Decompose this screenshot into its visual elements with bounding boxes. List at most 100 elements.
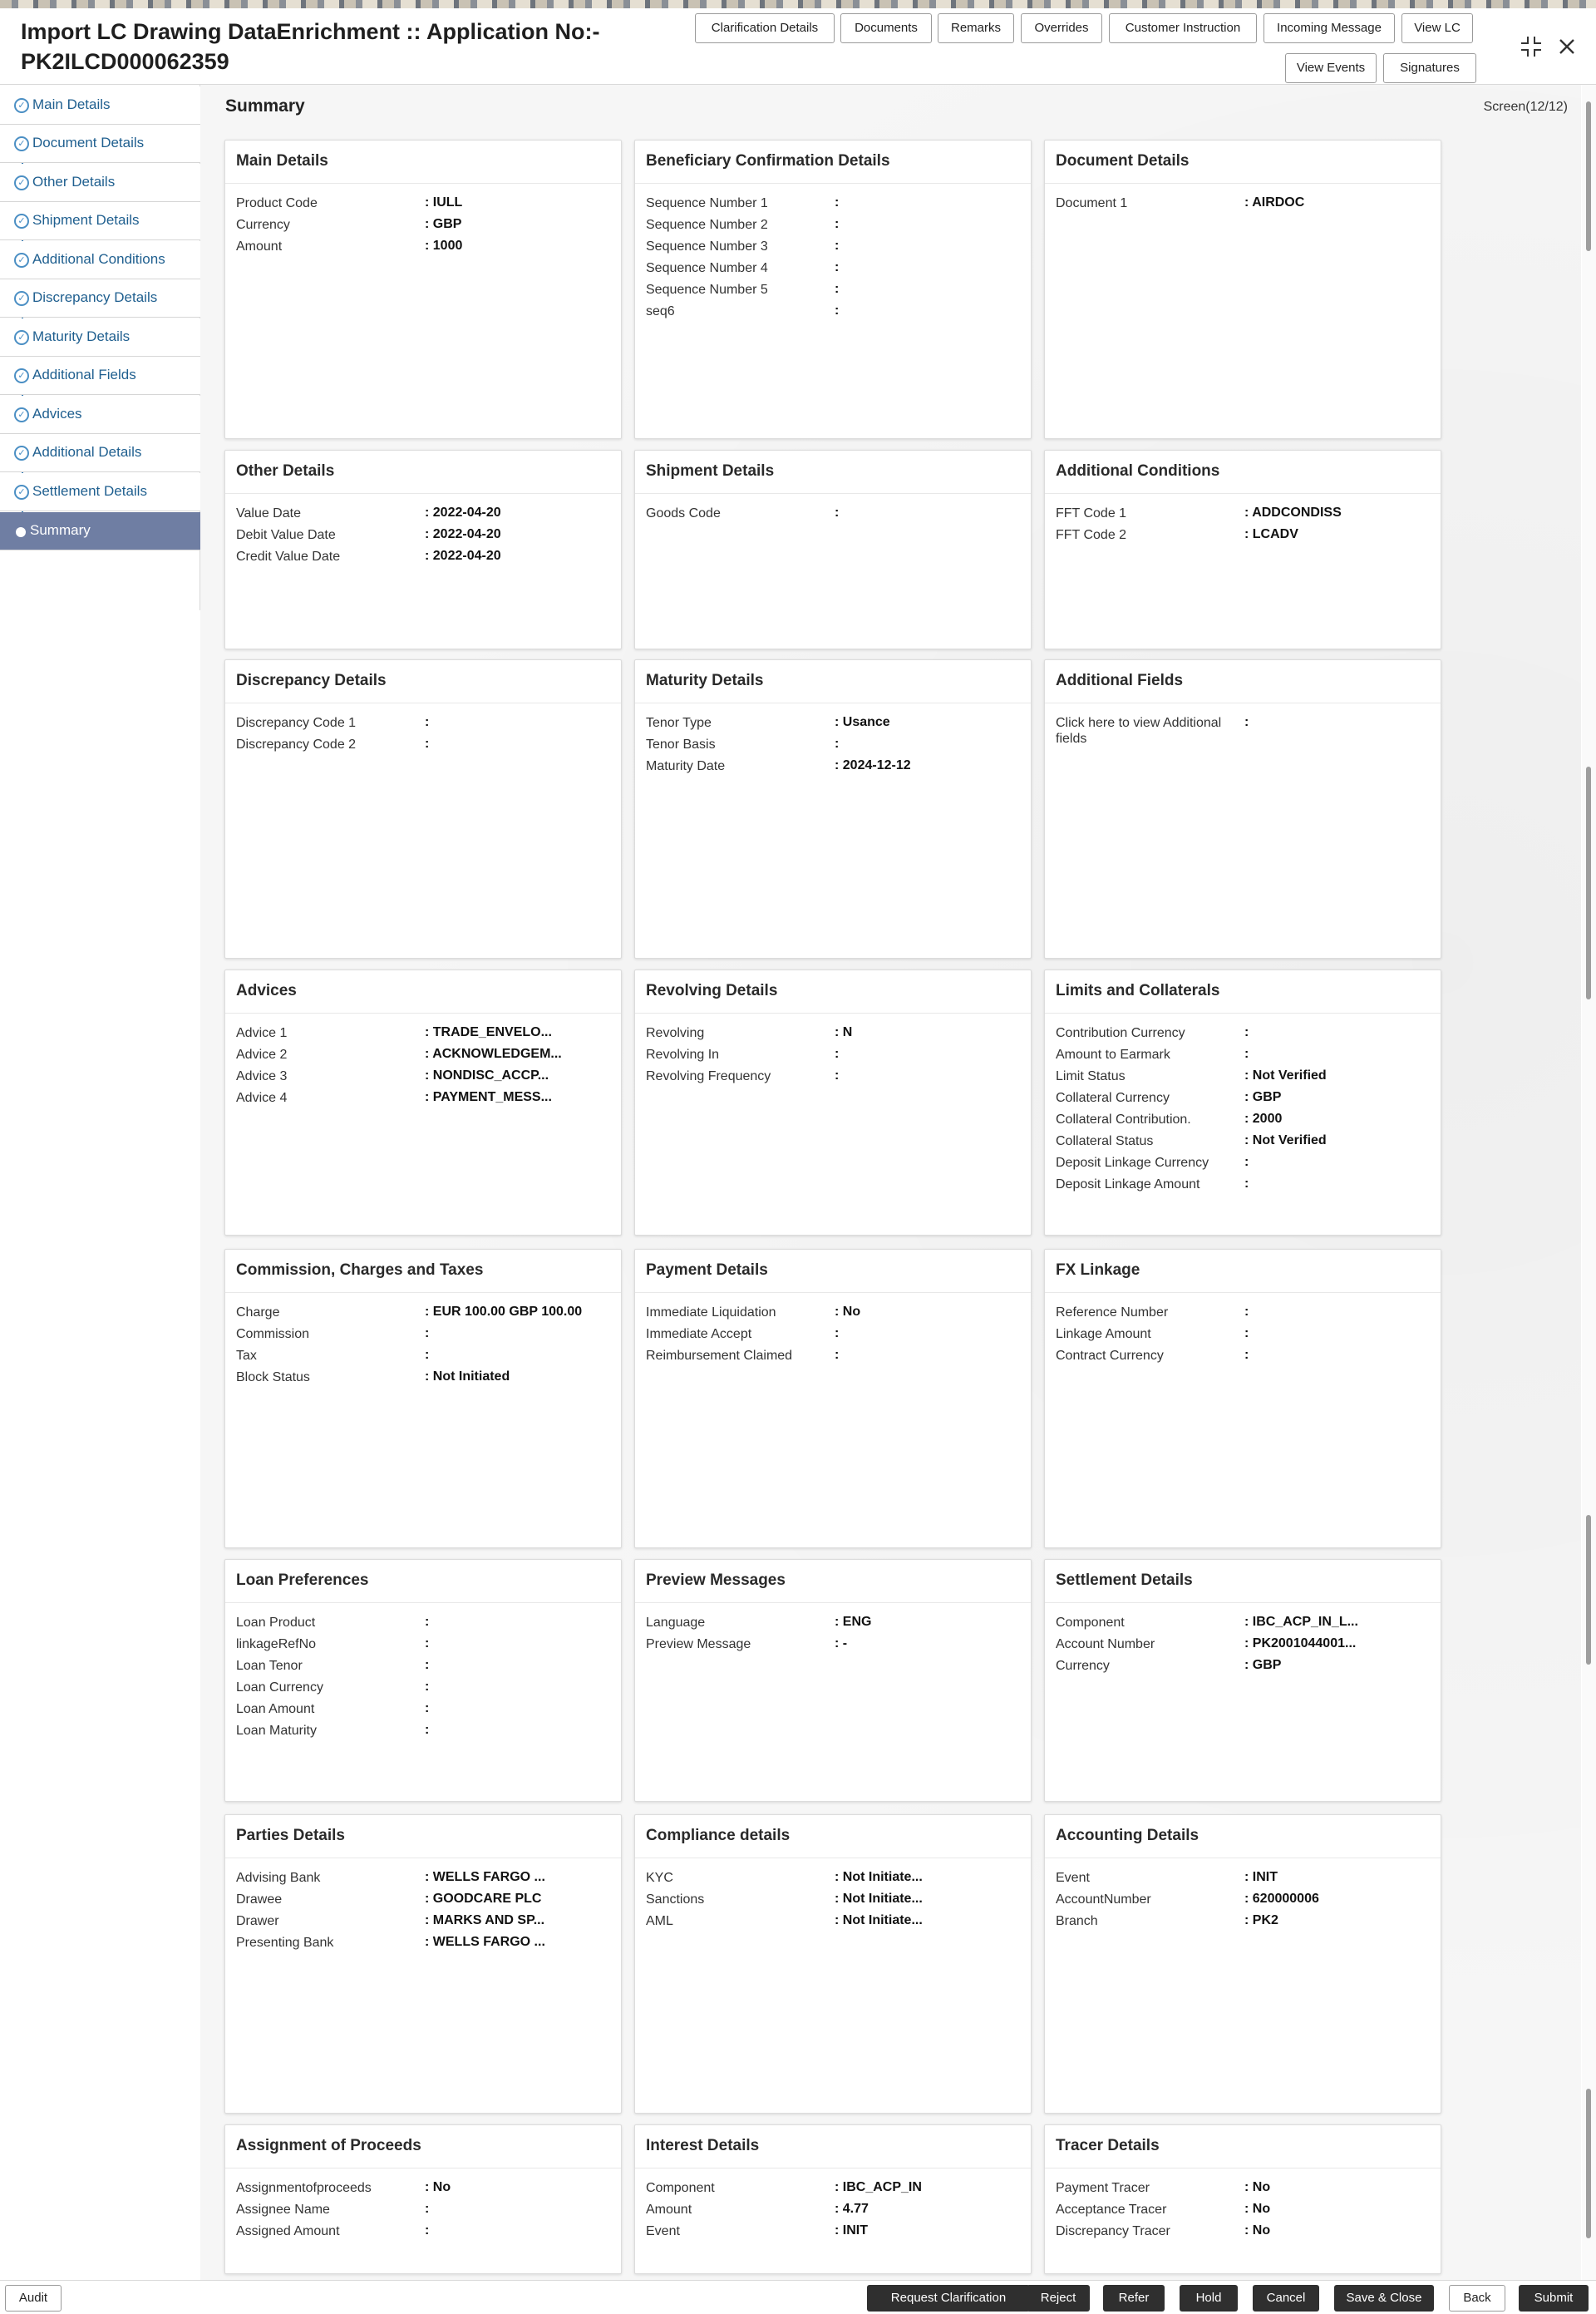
summary-card[interactable]: Document Details Document 1 AIRDOC	[1044, 140, 1441, 439]
sidebar-item-other-details[interactable]: ✓ Other Details	[0, 164, 200, 202]
field-row: Maturity Date2024-12-12	[646, 758, 1020, 780]
sidebar-item-document-details[interactable]: ✓ Document Details	[0, 125, 200, 163]
card-fields: Payment TracerNoAcceptance TracerNoDiscr…	[1045, 2168, 1441, 2245]
audit-button[interactable]: Audit	[5, 2285, 62, 2312]
field-value	[425, 2223, 616, 2238]
sidebar-item-discrepancy-details[interactable]: ✓ Discrepancy Details	[0, 279, 200, 318]
field-value: No	[425, 2180, 616, 2195]
save-and-close-button[interactable]: Save & Close	[1334, 2285, 1434, 2312]
field-row: Reference Number	[1056, 1305, 1430, 1326]
card-title: Other Details	[225, 451, 621, 494]
summary-card[interactable]: Commission, Charges and TaxesChargeEUR 1…	[224, 1249, 622, 1548]
summary-card[interactable]: Other DetailsValue Date2022-04-20Debit V…	[224, 450, 622, 649]
field-row: Sequence Number 1	[646, 195, 1020, 217]
summary-card[interactable]: Preview MessagesLanguageENGPreview Messa…	[634, 1559, 1032, 1802]
summary-card[interactable]: Additional Fields Click here to view Addi…	[1044, 659, 1441, 959]
scrollbar-thumb-quaternary[interactable]	[1586, 2089, 1591, 2238]
summary-card[interactable]: Parties DetailsAdvising BankWELLS FARGO …	[224, 1814, 622, 2114]
sidebar-item-settlement-details[interactable]: ✓ Settlement Details	[0, 473, 200, 511]
field-value: Not Initiate...	[835, 1913, 1026, 1928]
request-clarification-button[interactable]: Request Clarification	[867, 2285, 1030, 2312]
field-label: Revolving Frequency	[646, 1069, 771, 1083]
top-banner-strip	[0, 0, 1596, 8]
view-events-button[interactable]: View Events	[1285, 53, 1377, 83]
view-lc-button[interactable]: View LC	[1401, 13, 1473, 43]
back-button[interactable]: Back	[1449, 2285, 1505, 2312]
field-label: Collateral Status	[1056, 1134, 1154, 1148]
reject-button[interactable]: Reject	[1027, 2285, 1090, 2312]
field-label: Tenor Basis	[646, 738, 716, 752]
sidebar-item-label: Additional Details	[32, 444, 142, 460]
summary-card[interactable]: Main DetailsProduct CodeIULLCurrencyGBPA…	[224, 140, 622, 439]
field-value: 620000006	[1244, 1892, 1436, 1907]
summary-card[interactable]: Interest DetailsComponentIBC_ACP_INAmoun…	[634, 2124, 1032, 2274]
sidebar-item-shipment-details[interactable]: ✓ Shipment Details	[0, 202, 200, 240]
card-title: Payment Details	[635, 1250, 1031, 1293]
summary-card[interactable]: Shipment Details Goods Code	[634, 450, 1032, 649]
card-fields: Goods Code	[635, 494, 1031, 527]
refer-button[interactable]: Refer	[1103, 2285, 1165, 2312]
clarification-details-button[interactable]: Clarification Details	[695, 13, 835, 43]
field-value: GOODCARE PLC	[425, 1892, 616, 1907]
scrollbar-thumb-tertiary[interactable]	[1586, 1515, 1591, 1665]
scrollbar-thumb[interactable]	[1586, 101, 1591, 251]
field-value: TRADE_ENVELO...	[425, 1025, 616, 1040]
field-value	[835, 303, 1026, 318]
summary-card[interactable]: Accounting DetailsEventINITAccountNumber…	[1044, 1814, 1441, 2114]
field-label: Sequence Number 5	[646, 283, 768, 297]
signatures-button[interactable]: Signatures	[1383, 53, 1476, 83]
field-row: Loan Currency	[236, 1680, 610, 1701]
customer-instruction-button[interactable]: Customer Instruction	[1109, 13, 1257, 43]
summary-card[interactable]: Discrepancy DetailsDiscrepancy Code 1Dis…	[224, 659, 622, 959]
field-value: IULL	[425, 195, 616, 210]
incoming-message-button[interactable]: Incoming Message	[1264, 13, 1395, 43]
field-value: GBP	[425, 217, 616, 232]
summary-card[interactable]: Settlement DetailsComponentIBC_ACP_IN_L.…	[1044, 1559, 1441, 1802]
sidebar-item-main-details[interactable]: ✓ Main Details	[0, 86, 200, 125]
card-title: Revolving Details	[635, 970, 1031, 1014]
summary-card[interactable]: Payment DetailsImmediate LiquidationNoIm…	[634, 1249, 1032, 1548]
field-row: Assigned Amount	[236, 2223, 610, 2245]
scrollbar[interactable]	[1582, 85, 1596, 2280]
card-title: Main Details	[225, 141, 621, 184]
submit-button[interactable]: Submit	[1519, 2285, 1589, 2312]
field-value: 2000	[1244, 1112, 1436, 1127]
summary-card[interactable]: Additional ConditionsFFT Code 1ADDCONDIS…	[1044, 450, 1441, 649]
summary-card[interactable]: Assignment of Proceeds Assignmentofprocee…	[224, 2124, 622, 2274]
field-label: Loan Currency	[236, 1680, 323, 1695]
collapse-icon[interactable]	[1520, 35, 1543, 63]
sidebar-item-additional-conditions[interactable]: ✓ Additional Conditions	[0, 241, 200, 279]
summary-card[interactable]: Maturity DetailsTenor TypeUsanceTenor Ba…	[634, 659, 1032, 959]
sidebar-item-additional-details[interactable]: ✓ Additional Details	[0, 434, 200, 472]
scrollbar-thumb-secondary[interactable]	[1586, 767, 1591, 999]
summary-card[interactable]: Tracer DetailsPayment TracerNoAcceptance…	[1044, 2124, 1441, 2274]
remarks-button[interactable]: Remarks	[938, 13, 1014, 43]
hold-button[interactable]: Hold	[1180, 2285, 1238, 2312]
summary-card[interactable]: Limits and Collaterals Contribution Curre…	[1044, 970, 1441, 1236]
summary-card[interactable]: Revolving DetailsRevolvingNRevolving InR…	[634, 970, 1032, 1236]
field-row: Advice 2ACKNOWLEDGEM...	[236, 1047, 610, 1068]
field-label: Drawer	[236, 1914, 279, 1928]
documents-button[interactable]: Documents	[840, 13, 932, 43]
card-fields: FFT Code 1ADDCONDISSFFT Code 2LCADV	[1045, 494, 1441, 549]
sidebar-item-maturity-details[interactable]: ✓ Maturity Details	[0, 318, 200, 357]
field-row: Advising BankWELLS FARGO ...	[236, 1870, 610, 1892]
field-value	[1244, 1155, 1436, 1170]
card-title: Limits and Collaterals	[1045, 970, 1441, 1014]
summary-card[interactable]: Beneficiary Confirmation Details Sequence…	[634, 140, 1032, 439]
summary-card[interactable]: AdvicesAdvice 1TRADE_ENVELO...Advice 2AC…	[224, 970, 622, 1236]
field-value: INIT	[835, 2223, 1026, 2238]
sidebar-item-advices[interactable]: ✓ Advices	[0, 396, 200, 434]
field-row: Presenting BankWELLS FARGO ...	[236, 1935, 610, 1956]
overrides-button[interactable]: Overrides	[1021, 13, 1102, 43]
cancel-button[interactable]: Cancel	[1253, 2285, 1319, 2312]
summary-card[interactable]: Loan Preferences Loan Product linkageRefNo…	[224, 1559, 622, 1802]
sidebar-item-additional-fields[interactable]: ✓ Additional Fields	[0, 357, 200, 395]
summary-card[interactable]: FX Linkage Reference Number Linkage Amount…	[1044, 1249, 1441, 1548]
sidebar-item-summary[interactable]: Summary	[0, 512, 200, 550]
field-value: 2024-12-12	[835, 758, 1026, 773]
field-row: Immediate LiquidationNo	[646, 1305, 1020, 1326]
close-icon[interactable]	[1558, 36, 1576, 61]
summary-card[interactable]: Compliance detailsKYCNot Initiate...Sanc…	[634, 1814, 1032, 2114]
field-row: Collateral Contribution.2000	[1056, 1112, 1430, 1133]
